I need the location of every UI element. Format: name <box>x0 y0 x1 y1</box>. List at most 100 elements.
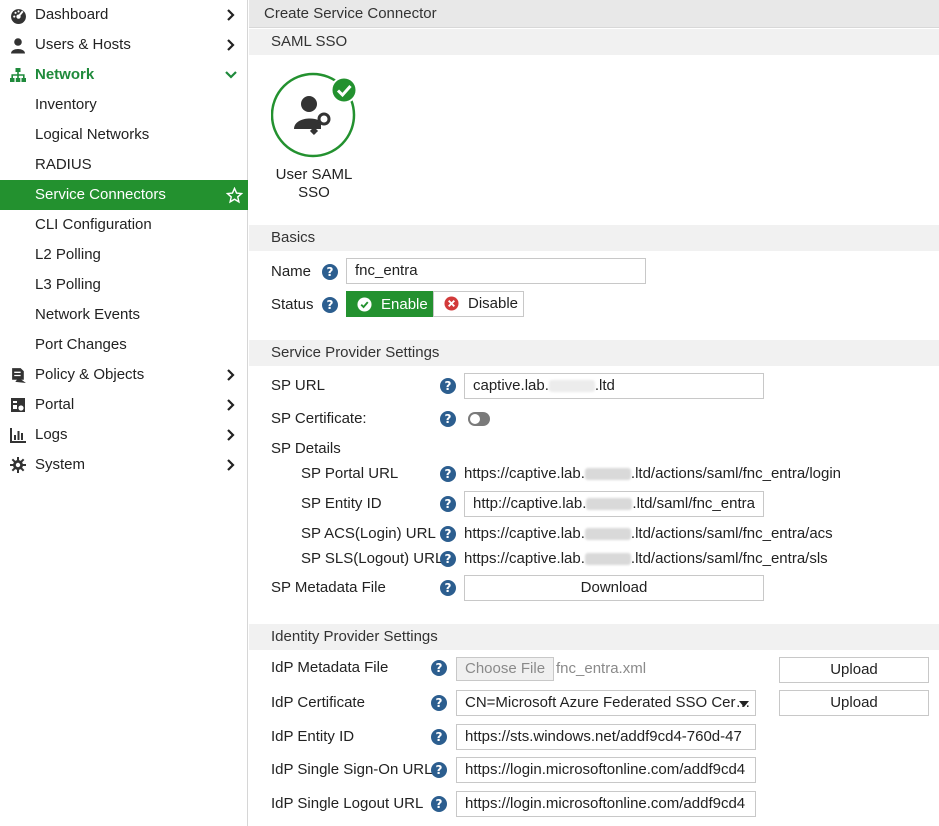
idp-entity-id-input[interactable]: https://sts.windows.net/addf9cd4-760d-47 <box>456 724 756 750</box>
gear-icon <box>9 456 27 474</box>
help-icon[interactable]: ? <box>440 466 456 482</box>
sidebar-item-policy-objects[interactable]: Policy & Objects <box>0 360 247 390</box>
url-suffix: .ltd/saml/fnc_entra <box>632 495 755 512</box>
saml-connector-tile[interactable] <box>270 72 358 158</box>
help-icon[interactable]: ? <box>431 695 447 711</box>
policy-document-icon <box>9 366 27 384</box>
sidebar-item-label: CLI Configuration <box>35 216 152 233</box>
name-input[interactable]: fnc_entra <box>346 258 646 284</box>
help-icon[interactable]: ? <box>440 580 456 596</box>
favorite-star-icon[interactable] <box>224 185 244 205</box>
sp-entity-id-label: SP Entity ID <box>301 495 382 512</box>
choose-file-button[interactable]: Choose File <box>456 657 555 681</box>
sidebar-item-inventory[interactable]: Inventory <box>0 90 247 120</box>
sidebar-item-label: Inventory <box>35 96 97 113</box>
idp-certificate-upload-button[interactable]: Upload <box>779 690 929 716</box>
section-header-basics: Basics <box>249 225 939 251</box>
sp-portal-url-value: https://captive.lab. .ltd/actions/saml/fn… <box>464 464 841 484</box>
sidebar-item-label: Dashboard <box>35 6 109 23</box>
idp-sso-url-label: IdP Single Sign-On URL <box>271 761 433 778</box>
chevron-down-icon <box>221 65 241 85</box>
sp-sls-url-label: SP SLS(Logout) URL <box>301 550 444 567</box>
chevron-right-icon <box>221 425 241 445</box>
sp-acs-url-value: https://captive.lab. .ltd/actions/saml/fn… <box>464 524 833 544</box>
enable-label: Enable <box>381 296 428 313</box>
sidebar-item-label: L2 Polling <box>35 246 101 263</box>
sidebar-item-radius[interactable]: RADIUS <box>0 150 247 180</box>
sp-url-suffix: .ltd <box>594 377 615 394</box>
url-prefix: https://captive.lab. <box>464 465 585 482</box>
sidebar-item-cli-configuration[interactable]: CLI Configuration <box>0 210 247 240</box>
redacted-domain <box>586 498 633 511</box>
help-icon[interactable]: ? <box>440 551 456 567</box>
url-prefix: http://captive.lab. <box>473 495 587 512</box>
sidebar-item-dashboard[interactable]: Dashboard <box>0 0 247 30</box>
chevron-right-icon <box>221 395 241 415</box>
sp-sls-url-value: https://captive.lab. .ltd/actions/saml/fn… <box>464 549 828 569</box>
chevron-right-icon <box>221 35 241 55</box>
sidebar-item-label: Users & Hosts <box>35 36 131 53</box>
main-panel: Create Service Connector SAML SSO User S… <box>249 0 939 826</box>
sidebar-item-label: L3 Polling <box>35 276 101 293</box>
help-icon[interactable]: ? <box>440 496 456 512</box>
url-prefix: https://captive.lab. <box>464 550 585 567</box>
idp-sso-url-input[interactable]: https://login.microsoftonline.com/addf9c… <box>456 757 756 783</box>
name-label: Name <box>271 263 312 280</box>
idp-entity-id-label: IdP Entity ID <box>271 728 355 745</box>
sidebar: Dashboard Users & Hosts Network Inventor… <box>0 0 248 826</box>
sidebar-item-portal[interactable]: Portal <box>0 390 247 420</box>
idp-certificate-select[interactable]: CN=Microsoft Azure Federated SSO Cer… <box>456 690 756 716</box>
idp-slo-url-label: IdP Single Logout URL <box>271 795 424 812</box>
sidebar-item-network[interactable]: Network <box>0 60 247 90</box>
help-icon[interactable]: ? <box>431 762 447 778</box>
sp-url-input[interactable]: captive.lab. .ltd <box>464 373 764 399</box>
url-suffix: .ltd/actions/saml/fnc_entra/sls <box>630 550 828 567</box>
help-icon[interactable]: ? <box>322 297 338 313</box>
sp-url-label: SP URL <box>271 377 325 394</box>
redacted-domain <box>584 553 631 566</box>
sidebar-item-l3-polling[interactable]: L3 Polling <box>0 270 247 300</box>
help-icon[interactable]: ? <box>322 264 338 280</box>
help-icon[interactable]: ? <box>431 729 447 745</box>
idp-certificate-label: IdP Certificate <box>271 694 365 711</box>
connector-tile-label: User SAML SSO <box>275 166 353 201</box>
url-suffix: .ltd/actions/saml/fnc_entra/acs <box>630 525 833 542</box>
sidebar-item-users-hosts[interactable]: Users & Hosts <box>0 30 247 60</box>
sidebar-item-logical-networks[interactable]: Logical Networks <box>0 120 247 150</box>
sp-certificate-toggle[interactable] <box>468 412 490 426</box>
sidebar-item-label: Port Changes <box>35 336 127 353</box>
sp-entity-id-input[interactable]: http://captive.lab. .ltd/saml/fnc_entra <box>464 491 764 517</box>
sidebar-item-system[interactable]: System <box>0 450 247 480</box>
idp-slo-url-input[interactable]: https://login.microsoftonline.com/addf9c… <box>456 791 756 817</box>
help-icon[interactable]: ? <box>440 378 456 394</box>
chevron-right-icon <box>221 365 241 385</box>
sidebar-item-label: Service Connectors <box>35 186 166 203</box>
sidebar-item-label: Network Events <box>35 306 141 323</box>
help-icon[interactable]: ? <box>440 411 456 427</box>
sidebar-item-label: Logs <box>35 426 68 443</box>
sidebar-item-l2-polling[interactable]: L2 Polling <box>0 240 247 270</box>
sp-metadata-download-button[interactable]: Download <box>464 575 764 601</box>
sidebar-item-label: Portal <box>35 396 75 413</box>
user-icon <box>9 36 27 54</box>
portal-window-icon <box>9 396 27 414</box>
chevron-right-icon <box>221 455 241 475</box>
status-disable-button[interactable]: Disable <box>433 291 524 317</box>
sidebar-item-network-events[interactable]: Network Events <box>0 300 247 330</box>
redacted-domain <box>584 468 631 481</box>
idp-metadata-upload-button[interactable]: Upload <box>779 657 929 683</box>
sidebar-item-port-changes[interactable]: Port Changes <box>0 330 247 360</box>
status-enable-button[interactable]: Enable <box>346 291 433 317</box>
help-icon[interactable]: ? <box>431 660 447 676</box>
idp-metadata-label: IdP Metadata File <box>271 659 389 676</box>
help-icon[interactable]: ? <box>440 526 456 542</box>
chevron-right-icon <box>221 5 241 25</box>
x-circle-icon <box>444 296 459 311</box>
sp-portal-url-label: SP Portal URL <box>301 465 399 482</box>
sidebar-item-label: Network <box>35 66 95 83</box>
sidebar-item-logs[interactable]: Logs <box>0 420 247 450</box>
help-icon[interactable]: ? <box>431 796 447 812</box>
sidebar-item-service-connectors[interactable]: Service Connectors <box>0 180 248 210</box>
bar-chart-icon <box>9 426 27 444</box>
chevron-down-icon <box>739 701 749 707</box>
